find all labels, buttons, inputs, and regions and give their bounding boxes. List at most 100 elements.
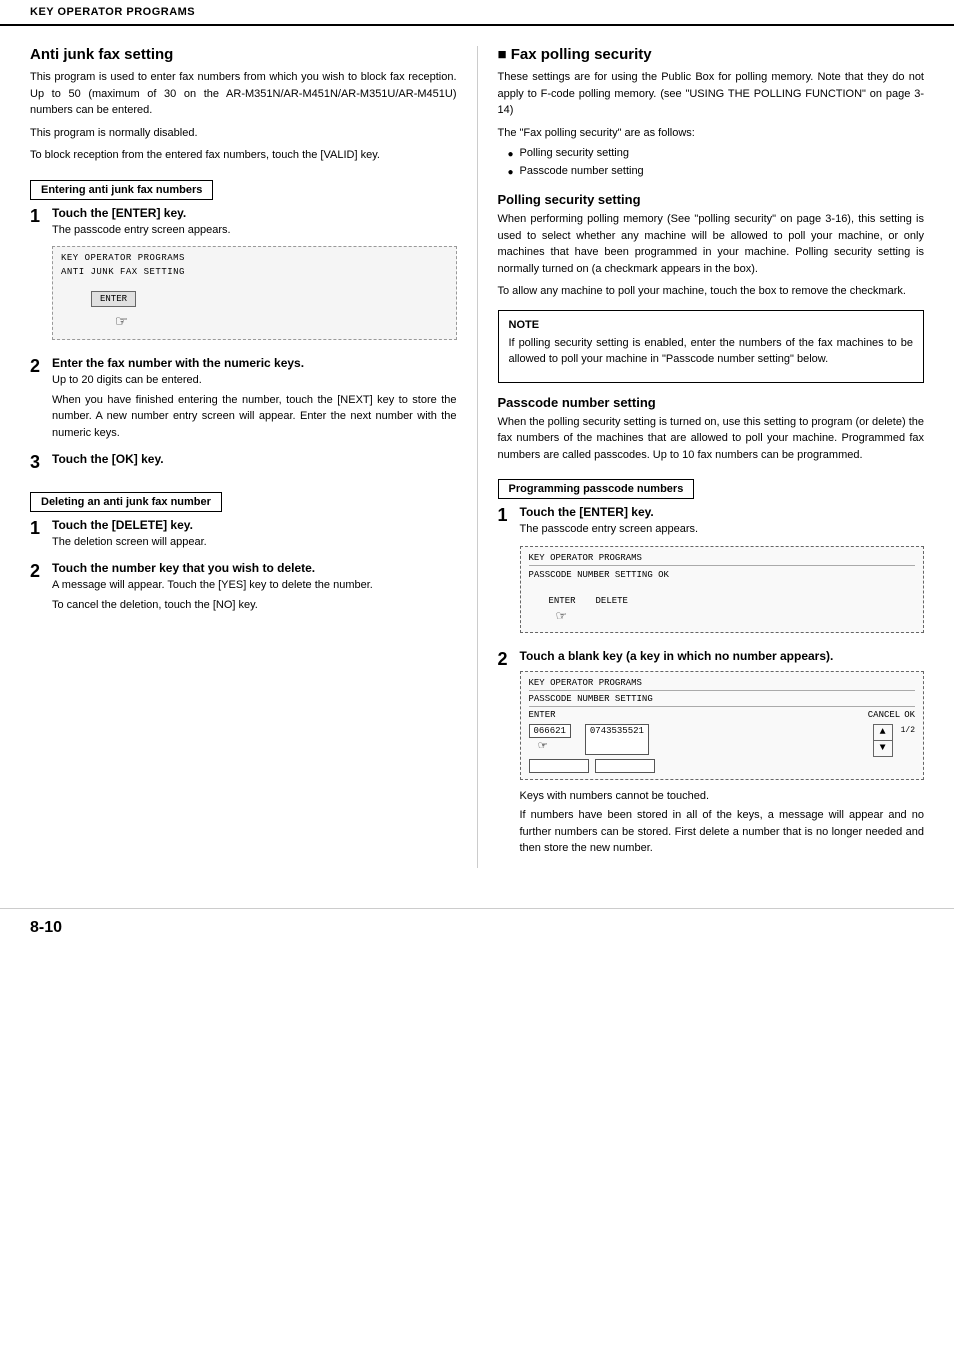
screen-mock-1: KEY OPERATOR PROGRAMS ANTI JUNK FAX SETT… bbox=[52, 246, 457, 340]
fax-polling-intro-2: The "Fax polling security" are as follow… bbox=[498, 125, 925, 142]
step-3-content: Touch the [OK] key. bbox=[52, 452, 457, 468]
screen1-enter-btn: ENTER bbox=[91, 291, 136, 307]
entering-box-label: Entering anti junk fax numbers bbox=[30, 180, 213, 200]
step-2-title: Enter the fax number with the numeric ke… bbox=[52, 356, 457, 370]
fax-polling-intro-1: These settings are for using the Public … bbox=[498, 69, 925, 119]
step-2-desc-2: When you have finished entering the numb… bbox=[52, 392, 457, 442]
scroll-control: ▲ ▼ bbox=[873, 724, 893, 757]
step-3-number: 3 bbox=[30, 452, 52, 474]
screen-prog-delete-btn: DELETE bbox=[596, 596, 628, 606]
step-1-desc: The passcode entry screen appears. bbox=[52, 222, 457, 239]
prog-step-2-title: Touch a blank key (a key in which no num… bbox=[520, 649, 925, 663]
screen-prog2-cancel-btn: CANCEL bbox=[868, 710, 900, 720]
screen-prog-2: KEY OPERATOR PROGRAMS PASSCODE NUMBER SE… bbox=[520, 671, 925, 780]
bullet-item-2: Passcode number setting bbox=[508, 165, 925, 180]
prog-step-2-number: 2 bbox=[498, 649, 520, 671]
del-step-2-title: Touch the number key that you wish to de… bbox=[52, 561, 457, 575]
antijunk-section-title: Anti junk fax setting bbox=[30, 46, 457, 63]
passcode-number-title: Passcode number setting bbox=[498, 395, 925, 410]
cursor-hand-prog2: ☞ bbox=[539, 738, 571, 755]
deleting-box-label: Deleting an anti junk fax number bbox=[30, 492, 222, 512]
prog-step-1-content: Touch the [ENTER] key. The passcode entr… bbox=[520, 505, 925, 641]
screen-prog2-numbers: 066621 ☞ 0743535521 bbox=[529, 724, 865, 773]
screen1-line2: ANTI JUNK FAX SETTING bbox=[61, 267, 448, 277]
step-3: 3 Touch the [OK] key. bbox=[30, 452, 457, 474]
del-step-1-desc: The deletion screen will appear. bbox=[52, 534, 457, 551]
screen-prog-btns: ENTER DELETE bbox=[549, 596, 916, 606]
prog-step-1: 1 Touch the [ENTER] key. The passcode en… bbox=[498, 505, 925, 641]
prog-step-1-desc: The passcode entry screen appears. bbox=[520, 521, 925, 538]
screen-prog2-line2: PASSCODE NUMBER SETTING bbox=[529, 694, 916, 707]
screen-prog2-btns: CANCEL OK bbox=[868, 710, 915, 720]
screen-prog2-body: 066621 ☞ 0743535521 bbox=[529, 724, 916, 773]
del-step-2-number: 2 bbox=[30, 561, 52, 583]
prog-step-1-number: 1 bbox=[498, 505, 520, 527]
step-2: 2 Enter the fax number with the numeric … bbox=[30, 356, 457, 444]
screen-prog-row2: PASSCODE NUMBER SETTING OK bbox=[529, 570, 916, 580]
del-step-1: 1 Touch the [DELETE] key. The deletion s… bbox=[30, 518, 457, 554]
screen-prog2-row1: 066621 ☞ 0743535521 bbox=[529, 724, 865, 755]
step-2-content: Enter the fax number with the numeric ke… bbox=[52, 356, 457, 444]
bullet-list: Polling security setting Passcode number… bbox=[508, 147, 925, 180]
left-column: Anti junk fax setting This program is us… bbox=[30, 46, 478, 868]
page-number: 8-10 bbox=[30, 919, 62, 936]
screen-prog2-num2: 0743535521 bbox=[585, 724, 649, 755]
del-step-2: 2 Touch the number key that you wish to … bbox=[30, 561, 457, 616]
screen-prog2-enter-label: ENTER bbox=[529, 710, 556, 720]
antijunk-intro-1: This program is used to enter fax number… bbox=[30, 69, 457, 119]
antijunk-intro-2: This program is normally disabled. bbox=[30, 125, 457, 142]
screen-prog2-ok-btn: OK bbox=[904, 710, 915, 720]
step-1: 1 Touch the [ENTER] key. The passcode en… bbox=[30, 206, 457, 349]
screen-prog-line1: KEY OPERATOR PROGRAMS bbox=[529, 553, 642, 563]
screen-prog2-row3: ENTER CANCEL OK bbox=[529, 710, 916, 720]
cursor-wrap: 066621 ☞ bbox=[529, 724, 571, 755]
programming-passcode-label: Programming passcode numbers bbox=[498, 479, 695, 499]
note-title: NOTE bbox=[509, 319, 914, 331]
polling-security-desc: When performing polling memory (See "pol… bbox=[498, 211, 925, 277]
page-header: KEY OPERATOR PROGRAMS bbox=[0, 0, 954, 26]
screen-prog-line2: PASSCODE NUMBER SETTING bbox=[529, 570, 653, 580]
step-1-content: Touch the [ENTER] key. The passcode entr… bbox=[52, 206, 457, 349]
screen-prog2-num1: 066621 bbox=[529, 724, 571, 738]
header-title: KEY OPERATOR PROGRAMS bbox=[30, 6, 195, 18]
cursor-hand-1: ☞ bbox=[116, 311, 448, 333]
screen1-line1: KEY OPERATOR PROGRAMS bbox=[61, 253, 448, 263]
blank-key-2 bbox=[595, 759, 655, 773]
antijunk-intro-3: To block reception from the entered fax … bbox=[30, 147, 457, 164]
right-column: Fax polling security These settings are … bbox=[478, 46, 925, 868]
screen1-btn-row: ENTER bbox=[91, 291, 448, 307]
screen-prog2-row2-blanks bbox=[529, 759, 865, 773]
screen-prog-enter-btn: ENTER bbox=[549, 596, 576, 606]
prog-step-2: 2 Touch a blank key (a key in which no n… bbox=[498, 649, 925, 860]
scroll-up: ▲ bbox=[874, 725, 892, 741]
prog-step-2-note1: Keys with numbers cannot be touched. bbox=[520, 788, 925, 805]
note-text: If polling security setting is enabled, … bbox=[509, 335, 914, 368]
prog-step-2-note2: If numbers have been stored in all of th… bbox=[520, 807, 925, 857]
del-step-2-desc-2: To cancel the deletion, touch the [NO] k… bbox=[52, 597, 457, 614]
screen-prog-1: KEY OPERATOR PROGRAMS PASSCODE NUMBER SE… bbox=[520, 546, 925, 633]
del-step-2-desc-1: A message will appear. Touch the [YES] k… bbox=[52, 577, 457, 594]
del-step-1-content: Touch the [DELETE] key. The deletion scr… bbox=[52, 518, 457, 554]
scroll-down: ▼ bbox=[874, 741, 892, 756]
step-2-number: 2 bbox=[30, 356, 52, 378]
note-box: NOTE If polling security setting is enab… bbox=[498, 310, 925, 383]
screen-prog-header: KEY OPERATOR PROGRAMS bbox=[529, 553, 916, 566]
step-2-desc-1: Up to 20 digits can be entered. bbox=[52, 372, 457, 389]
screen-prog2-line1: KEY OPERATOR PROGRAMS bbox=[529, 678, 916, 691]
step-3-title: Touch the [OK] key. bbox=[52, 452, 457, 466]
fax-polling-section-title: Fax polling security bbox=[498, 46, 925, 63]
del-step-1-title: Touch the [DELETE] key. bbox=[52, 518, 457, 532]
cursor-hand-prog1: ☞ bbox=[557, 606, 916, 626]
screen-prog-ok-btn: OK bbox=[658, 570, 669, 580]
page-indicator: 1/2 bbox=[901, 726, 915, 735]
bullet-item-1: Polling security setting bbox=[508, 147, 925, 162]
passcode-number-desc: When the polling security setting is tur… bbox=[498, 414, 925, 464]
del-step-2-content: Touch the number key that you wish to de… bbox=[52, 561, 457, 616]
step-1-number: 1 bbox=[30, 206, 52, 228]
polling-security-desc2: To allow any machine to poll your machin… bbox=[498, 283, 925, 300]
blank-key-1 bbox=[529, 759, 589, 773]
del-step-1-number: 1 bbox=[30, 518, 52, 540]
step-1-title: Touch the [ENTER] key. bbox=[52, 206, 457, 220]
polling-security-title: Polling security setting bbox=[498, 192, 925, 207]
prog-step-2-content: Touch a blank key (a key in which no num… bbox=[520, 649, 925, 860]
